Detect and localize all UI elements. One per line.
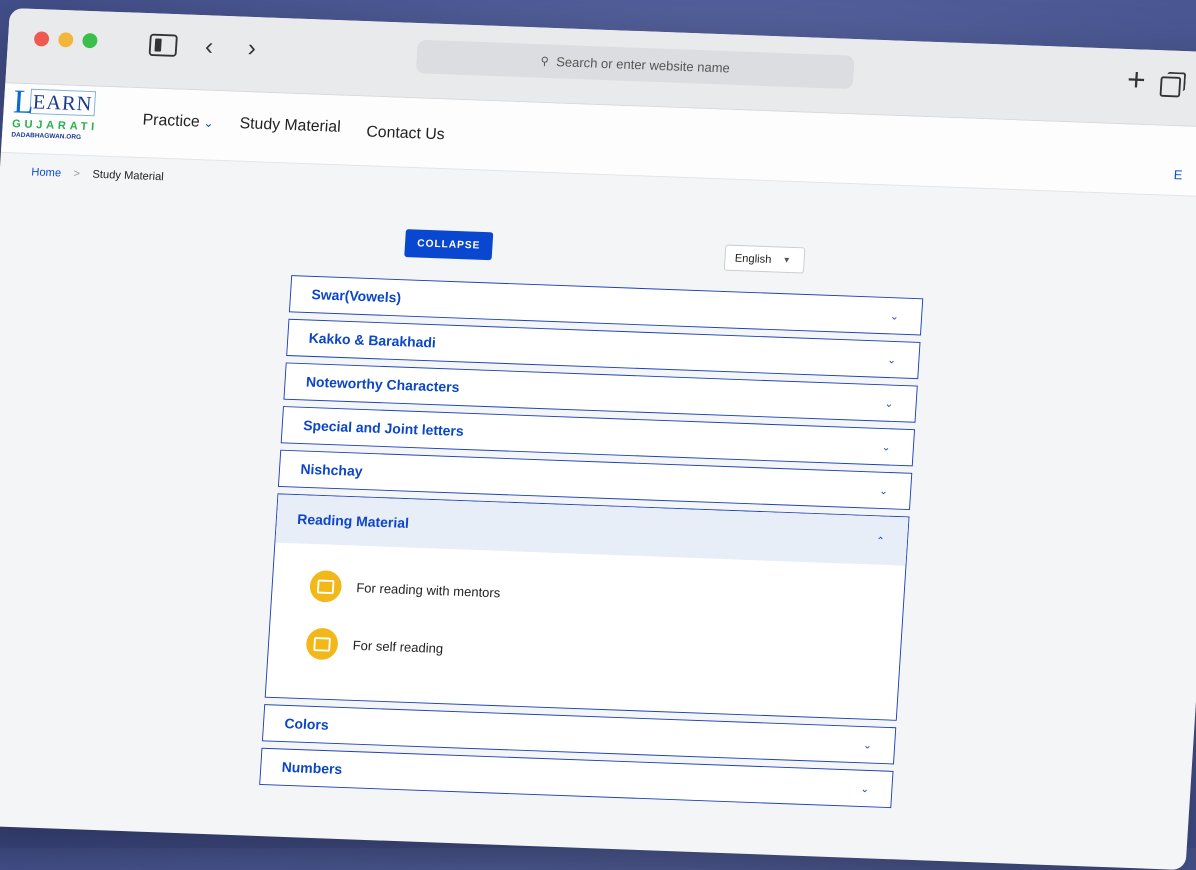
- window-controls: [33, 31, 98, 49]
- accordion-item-reading-material: Reading Material ⌃ For reading with ment…: [264, 493, 910, 721]
- collapse-button[interactable]: COLLAPSE: [404, 229, 494, 261]
- main-nav: Practice ⌄ Study Material Contact Us: [142, 111, 446, 144]
- accordion-item-title: Reading Material: [296, 511, 410, 532]
- language-select-value: English: [734, 251, 772, 266]
- nav-practice[interactable]: Practice ⌄: [142, 111, 214, 136]
- chevron-down-icon: ⌄: [860, 783, 870, 795]
- nav-study-material[interactable]: Study Material: [239, 114, 341, 140]
- logo-domain: DADABHAGWAN.ORG: [11, 131, 82, 141]
- header-language-link[interactable]: E: [1173, 167, 1183, 182]
- logo-learn: EARN: [29, 88, 96, 117]
- accordion-item-title: Colors: [284, 715, 330, 733]
- maximize-window-button[interactable]: [82, 33, 98, 49]
- breadcrumb-home[interactable]: Home: [31, 165, 62, 179]
- tab-overview-icon[interactable]: [1159, 76, 1182, 98]
- accordion-item-title: Nishchay: [300, 461, 363, 480]
- chevron-down-icon: ⌄: [881, 441, 891, 454]
- site-logo[interactable]: L EARN GUJARATI DADABHAGWAN.ORG: [10, 82, 99, 153]
- chevron-down-icon: ⌄: [878, 485, 889, 497]
- chevron-down-icon: ⌄: [884, 397, 894, 410]
- accordion-body: For reading with mentors For self readin…: [266, 543, 906, 720]
- search-icon: ⚲: [540, 54, 550, 68]
- study-material-accordion: Swar(Vowels) ⌄ Kakko & Barakhadi ⌄ Notew…: [259, 275, 924, 814]
- reading-icon: [305, 627, 339, 661]
- breadcrumb: Home > Study Material: [31, 165, 164, 183]
- chevron-down-icon: ⌄: [887, 354, 897, 366]
- browser-window: ‹ › ⚲ Search or enter website name + L E…: [0, 8, 1196, 870]
- accordion-item-title: Numbers: [281, 759, 343, 778]
- accordion-item-title: Special and Joint letters: [302, 417, 465, 440]
- accordion-item-title: Swar(Vowels): [310, 286, 402, 306]
- breadcrumb-separator: >: [73, 166, 81, 180]
- nav-contact-us[interactable]: Contact Us: [366, 123, 445, 144]
- back-icon[interactable]: ‹: [204, 32, 214, 61]
- forward-icon[interactable]: ›: [247, 34, 257, 63]
- chevron-down-icon: ⌄: [203, 115, 215, 130]
- accordion-item-title: Kakko & Barakhadi: [308, 330, 437, 351]
- address-bar[interactable]: ⚲ Search or enter website name: [415, 39, 855, 90]
- accordion-item-title: Noteworthy Characters: [305, 373, 460, 396]
- logo-letter: L: [12, 82, 36, 121]
- chevron-down-icon: ⌄: [862, 739, 873, 752]
- chevron-down-icon: ⌄: [889, 310, 900, 323]
- sidebar-toggle-icon[interactable]: [148, 33, 178, 57]
- caret-down-icon: ▼: [782, 255, 792, 265]
- minimize-window-button[interactable]: [57, 32, 74, 48]
- address-placeholder: Search or enter website name: [555, 54, 731, 76]
- chevron-up-icon: ⌃: [875, 535, 886, 547]
- close-window-button[interactable]: [33, 31, 50, 47]
- logo-gujarati: GUJARATI: [11, 116, 99, 134]
- reading-icon: [308, 569, 343, 603]
- reading-link-label: For self reading: [352, 637, 444, 656]
- new-tab-icon[interactable]: +: [1126, 62, 1147, 99]
- language-select[interactable]: English ▼: [723, 244, 806, 274]
- nav-practice-label: Practice: [142, 110, 201, 131]
- reading-link-label: For reading with mentors: [355, 580, 501, 601]
- breadcrumb-current: Study Material: [92, 167, 165, 183]
